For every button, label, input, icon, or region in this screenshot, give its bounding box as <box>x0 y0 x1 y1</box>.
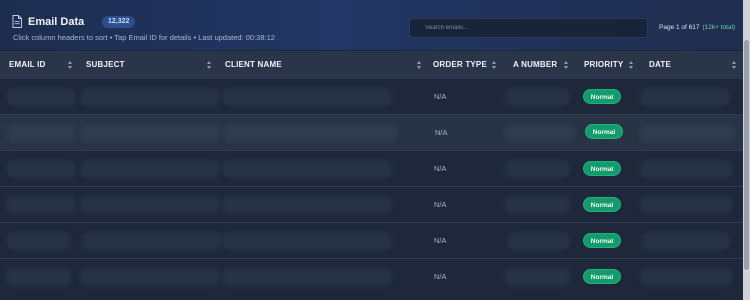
page-title: Email Data <box>28 16 85 28</box>
order-type-value: N/A <box>434 92 447 101</box>
a-number-cell-redacted <box>505 160 570 178</box>
date-cell-redacted <box>640 88 730 106</box>
a-number-cell-redacted <box>505 196 570 214</box>
table-header: EMAIL ID SUBJECT CLIENT NAME ORDER TYPE … <box>0 51 743 79</box>
search-input[interactable] <box>409 18 648 38</box>
column-header-date[interactable]: DATE <box>649 51 671 79</box>
email-data-panel: Email Data 12,322 Click column headers t… <box>0 0 743 300</box>
sort-icon[interactable] <box>563 61 569 70</box>
pagination-info: Page 1 of 617 (12k+ total) <box>659 24 735 31</box>
priority-badge: Normal <box>583 197 621 212</box>
subject-cell-redacted <box>80 88 220 106</box>
email-id-cell-redacted[interactable] <box>6 268 71 286</box>
record-count-badge: 12,322 <box>102 16 136 28</box>
client-name-cell-redacted <box>222 124 397 142</box>
email-id-cell-redacted[interactable] <box>6 88 76 106</box>
page-label: Page 1 of 617 <box>659 24 700 31</box>
email-id-cell-redacted[interactable] <box>6 124 76 142</box>
column-header-order-type[interactable]: ORDER TYPE <box>433 51 487 79</box>
date-cell-redacted <box>640 196 732 214</box>
order-type-value: N/A <box>434 236 447 245</box>
sort-icon[interactable] <box>731 61 737 70</box>
client-name-cell-redacted <box>222 196 392 214</box>
date-cell-redacted <box>642 232 730 250</box>
subject-cell-redacted <box>80 124 220 142</box>
sort-icon[interactable] <box>628 61 634 70</box>
total-count: (12k+ total) <box>702 24 736 31</box>
table-row[interactable]: N/A Normal <box>0 79 743 115</box>
column-header-priority[interactable]: PRIORITY <box>584 51 623 79</box>
date-cell-redacted <box>640 268 732 286</box>
priority-badge: Normal <box>583 161 621 176</box>
date-cell-redacted <box>640 160 732 178</box>
panel-header: Email Data 12,322 Click column headers t… <box>0 0 743 50</box>
date-cell-redacted <box>640 124 735 142</box>
vertical-scrollbar[interactable] <box>743 0 750 300</box>
subject-cell-redacted <box>82 232 222 250</box>
a-number-cell-redacted <box>505 124 575 142</box>
a-number-cell-redacted <box>505 268 570 286</box>
column-header-client-name[interactable]: CLIENT NAME <box>225 51 282 79</box>
column-header-a-number[interactable]: A NUMBER <box>513 51 557 79</box>
email-id-cell-redacted[interactable] <box>6 160 76 178</box>
priority-badge: Normal <box>583 269 621 284</box>
priority-badge: Normal <box>583 89 621 104</box>
a-number-cell-redacted <box>508 232 570 250</box>
sort-icon[interactable] <box>416 61 422 70</box>
table-row[interactable]: N/A Normal <box>0 115 743 151</box>
subject-cell-redacted <box>80 268 220 286</box>
client-name-cell-redacted <box>222 232 392 250</box>
column-header-email-id[interactable]: EMAIL ID <box>9 51 46 79</box>
order-type-value: N/A <box>435 128 448 137</box>
priority-badge: Normal <box>585 124 623 139</box>
sort-icon[interactable] <box>491 61 497 70</box>
column-header-subject[interactable]: SUBJECT <box>86 51 125 79</box>
panel-subtitle: Click column headers to sort • Tap Email… <box>13 33 275 42</box>
sort-icon[interactable] <box>206 61 212 70</box>
table-row[interactable]: N/A Normal <box>0 223 743 259</box>
sort-icon[interactable] <box>67 61 73 70</box>
client-name-cell-redacted <box>222 88 392 106</box>
client-name-cell-redacted <box>222 268 392 286</box>
table-row[interactable]: N/A Normal <box>0 151 743 187</box>
table-row[interactable]: N/A Normal <box>0 187 743 223</box>
order-type-value: N/A <box>434 200 447 209</box>
client-name-cell-redacted <box>222 160 392 178</box>
email-id-cell-redacted[interactable] <box>6 232 71 250</box>
a-number-cell-redacted <box>505 88 570 106</box>
document-icon <box>12 15 22 28</box>
order-type-value: N/A <box>434 272 447 281</box>
priority-badge: Normal <box>583 233 621 248</box>
order-type-value: N/A <box>434 164 447 173</box>
table-row[interactable]: N/A Normal <box>0 259 743 295</box>
email-id-cell-redacted[interactable] <box>6 196 76 214</box>
subject-cell-redacted <box>80 196 220 214</box>
scrollbar-thumb[interactable] <box>744 40 749 270</box>
subject-cell-redacted <box>80 160 220 178</box>
